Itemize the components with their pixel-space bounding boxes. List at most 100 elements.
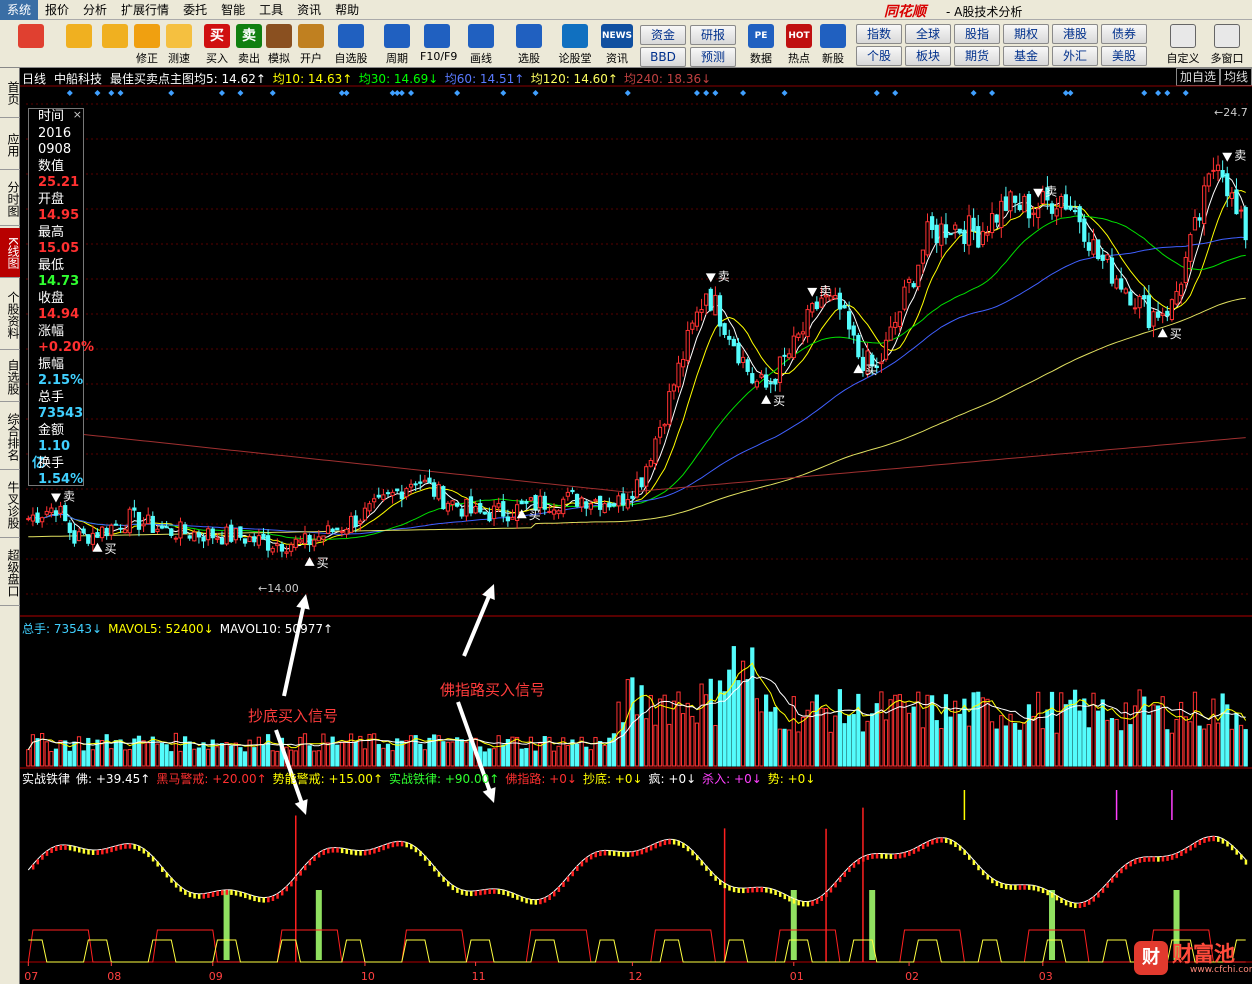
signal-diamond <box>703 90 710 96</box>
oscillator-tick <box>714 875 717 881</box>
oscillator-tick <box>442 876 445 882</box>
oscillator-tick <box>216 890 219 896</box>
volume-bar <box>265 734 271 767</box>
candle <box>136 511 142 537</box>
candle <box>1192 209 1198 231</box>
oscillator-tick <box>193 893 196 899</box>
volume-bar <box>431 734 437 767</box>
oscillator-tick <box>866 854 870 860</box>
candle <box>911 281 916 289</box>
oscillator-tick <box>1046 890 1049 896</box>
volume-bar <box>464 741 469 767</box>
volume-bar <box>445 741 451 767</box>
volume-bar <box>1142 696 1147 767</box>
signal-thick-bar <box>223 890 230 960</box>
candle <box>187 534 192 541</box>
volume-bar <box>289 749 294 767</box>
signal-thick-bar <box>1049 890 1056 960</box>
oscillator-tick <box>174 882 178 888</box>
candle <box>1206 172 1211 193</box>
volume-bar <box>985 698 990 767</box>
data-row: 涨幅 <box>29 324 83 341</box>
volume-bar <box>897 694 902 767</box>
signal-diamond <box>693 90 700 96</box>
candle <box>980 222 985 248</box>
candle <box>768 377 773 394</box>
volume-bar <box>182 736 188 767</box>
oscillator-tick <box>977 865 980 871</box>
candle <box>551 503 557 520</box>
volume-bar <box>551 750 557 767</box>
volume-bar <box>722 691 727 767</box>
oscillator-tick <box>428 860 431 866</box>
volume-bar <box>533 750 538 767</box>
volume-bar <box>49 751 54 767</box>
signal-legend: 实战铁律 佛: +39.45↑ 黑马警戒: +20.00↑ 势能警戒: +15.00↑… <box>22 770 821 787</box>
data-value: 73543 <box>38 406 84 421</box>
volume-bar <box>823 707 829 767</box>
volume-bar <box>53 748 59 767</box>
oscillator-tick <box>958 845 962 851</box>
x-tick-label: 08 <box>107 970 121 983</box>
kline-chart[interactable]: 买买买买买买卖卖卖卖卖←14.00←24.707 08 09 10 11 12 01 02 03 <box>0 0 1252 984</box>
oscillator-tick <box>516 894 519 900</box>
candle <box>602 500 607 514</box>
oscillator-tick <box>769 888 773 894</box>
oscillator-tick <box>1124 864 1128 870</box>
signal-diamond <box>624 90 631 96</box>
oscillator-tick <box>479 890 482 896</box>
buy-label: 买 <box>773 394 785 408</box>
candle <box>699 298 704 321</box>
candle <box>925 213 930 258</box>
sell-label: 卖 <box>1045 185 1057 199</box>
buy-label: 买 <box>529 508 541 522</box>
oscillator-tick <box>262 897 265 903</box>
close-icon[interactable]: × <box>73 108 82 121</box>
oscillator-tick <box>391 842 395 848</box>
candle <box>1123 287 1128 295</box>
oscillator-tick <box>1166 855 1169 861</box>
candle <box>856 332 861 360</box>
oscillator-tick <box>654 843 657 849</box>
volume-bar <box>362 748 368 767</box>
oscillator-tick <box>225 889 229 895</box>
oscillator-tick <box>290 881 293 887</box>
x-tick-label: 01 <box>790 970 804 983</box>
signal-diamond <box>66 90 73 96</box>
oscillator-tick <box>1027 884 1031 890</box>
oscillator-tick <box>765 887 768 893</box>
candle <box>727 329 732 346</box>
candle <box>1243 205 1248 249</box>
volume-bar <box>911 706 916 767</box>
oscillator-tick <box>363 850 367 856</box>
volume-bar <box>496 735 501 767</box>
volume-bar <box>819 707 824 767</box>
volume-bar <box>229 745 234 767</box>
oscillator-tick <box>751 887 754 893</box>
volume-bar <box>339 742 344 767</box>
volume-bar <box>159 743 165 767</box>
oscillator-tick <box>594 852 597 858</box>
oscillator-tick <box>359 850 362 856</box>
oscillator-tick <box>1120 868 1123 874</box>
candle <box>676 355 681 393</box>
sell-marker: 卖 <box>807 284 831 298</box>
oscillator-tick <box>506 891 510 897</box>
volume-bar <box>870 713 875 767</box>
signal-diamond <box>1141 90 1148 96</box>
volume-bar <box>1211 698 1216 767</box>
sell-marker: 卖 <box>705 269 730 283</box>
oscillator-tick <box>1230 845 1234 851</box>
oscillator-tick <box>695 855 699 861</box>
volume-bar <box>657 698 663 767</box>
data-key: 收盘 <box>38 290 65 306</box>
oscillator-tick <box>1078 903 1082 909</box>
candle <box>902 279 907 312</box>
candle <box>1114 275 1119 290</box>
oscillator-tick <box>1138 857 1142 863</box>
candle <box>1096 239 1101 261</box>
candle <box>210 526 215 545</box>
x-tick-label: 02 <box>905 970 919 983</box>
candle <box>1086 232 1092 257</box>
candle <box>966 204 972 255</box>
